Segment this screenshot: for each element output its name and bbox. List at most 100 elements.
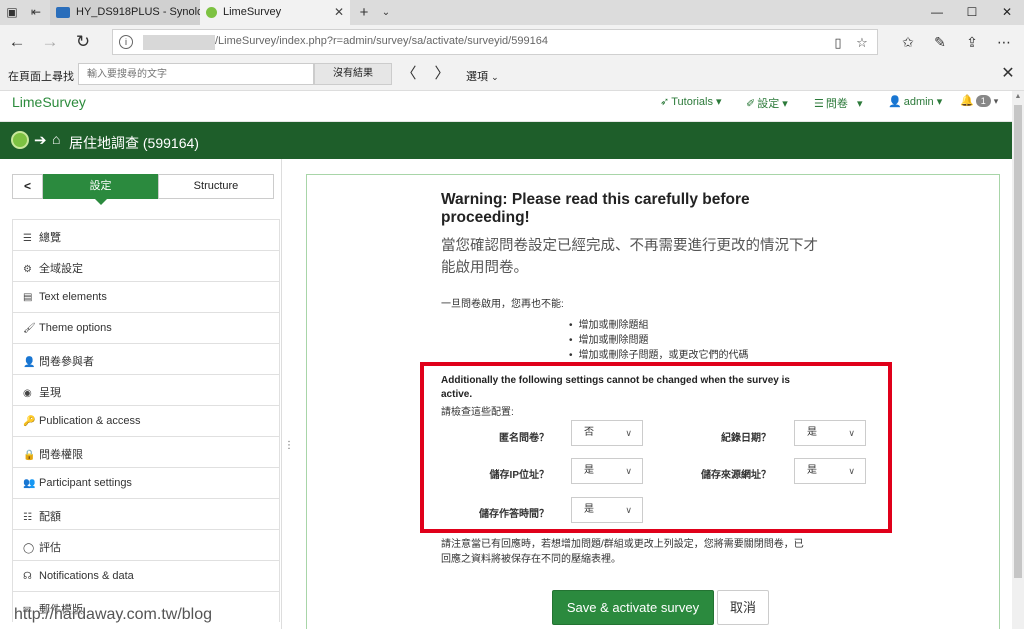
cancel-button[interactable]: 取消 [717,590,769,625]
sidebar-item-general-settings[interactable]: ⚙ 全域設定 [12,250,280,281]
back-icon[interactable]: ← [5,30,29,54]
reading-view-icon[interactable]: ▯ [829,34,847,52]
sidebar-item-presentation[interactable]: ◉ 呈現 [12,374,280,405]
pen-icon[interactable]: ✎ [928,30,952,54]
redacted-host [143,35,215,50]
find-options-label: 選項 [466,71,488,83]
sidebar: < 設定 Structure ☰ 總覽 ⚙ 全域設定 ▤ Text elements … [0,159,282,629]
select-value: 是 [584,504,594,515]
more-icon[interactable]: ⋯ [992,30,1016,54]
favorites-icon[interactable]: ✩ [896,30,920,54]
chevron-down-icon: ∨ [848,428,855,438]
tab-structure[interactable]: Structure [158,174,274,199]
url-field[interactable]: i /LimeSurvey/index.php?r=admin/survey/s… [112,29,878,55]
select-value: 是 [807,465,817,476]
chevron-down-icon[interactable]: ⌄ [378,5,394,20]
find-options-menu[interactable]: 選項 ⌄ [466,68,499,84]
sidebar-item-text-elements[interactable]: ▤ Text elements [12,281,280,312]
info-icon[interactable]: i [119,35,133,49]
sidebar-item-participants[interactable]: 👤 問卷參與者 [12,343,280,374]
find-input[interactable] [78,63,314,85]
referrer-url-select[interactable]: 是 ∨ [794,458,866,484]
datestamp-select[interactable]: 是 ∨ [794,420,866,446]
find-prev-icon[interactable]: 〈 [397,63,421,85]
bell-icon: 🔔 [960,95,974,107]
restriction-list: 增加或刪除題組 增加或刪除問題 增加或刪除子問題，或更改它們的代碼 [569,318,749,363]
list-item: 增加或刪除問題 [569,333,749,348]
tab-settings-label: 設定 [89,180,112,192]
new-tab-icon[interactable]: + [356,5,372,20]
maximize-icon[interactable]: ☐ [955,0,989,25]
find-next-icon[interactable]: 〉 [430,63,454,85]
anonymized-select[interactable]: 否 ∨ [571,420,643,446]
brand-link[interactable]: LimeSurvey [12,94,86,110]
tab-synology[interactable]: HY_DS918PLUS - Synology I [50,0,200,25]
limesurvey-logo-icon[interactable] [11,131,29,149]
scroll-thumb[interactable] [1014,105,1022,578]
user-menu[interactable]: 👤 admin ▾ [888,95,942,108]
sidebar-item-assessments[interactable]: ◯ 評估 [12,529,280,560]
tab-settings[interactable]: 設定 [43,174,158,205]
tutorials-menu[interactable]: ➶ Tutorials ▾ [660,95,722,108]
chevron-down-icon: ∨ [625,505,632,515]
sidebar-item-label: Publication & access [39,415,141,427]
feed-icon: ☊ [23,571,32,582]
key-icon: 🔑 [23,416,36,427]
find-bar: 在頁面上尋找 沒有結果 〈 〉 選項 ⌄ ✕ [0,58,1024,91]
ip-address-select[interactable]: 是 ∨ [571,458,643,484]
sidebar-item-label: 問卷權限 [39,449,83,461]
additional-settings-title: Additionally the following settings cann… [441,375,790,400]
file-icon: ▤ [23,292,33,303]
timings-select[interactable]: 是 ∨ [571,497,643,523]
home-icon[interactable]: ⌂ [52,131,60,147]
sidebar-resize-handle[interactable]: ⋮ [284,440,294,451]
sidebar-item-publication[interactable]: 🔑 Publication & access [12,405,280,436]
minimize-icon[interactable]: — [920,0,954,25]
list-icon: ☰ [814,98,824,110]
sidebar-item-quotas[interactable]: ☷ 配額 [12,498,280,529]
cogs-icon: ⚙ [23,264,32,275]
sidebar-item-label: 配額 [39,511,61,523]
favorite-star-icon[interactable]: ☆ [853,34,871,52]
sidebar-item-notifications[interactable]: ☊ Notifications & data [12,560,280,591]
survey-title[interactable]: 居住地調查 (599164) [69,133,199,153]
limesurvey-icon [206,6,217,18]
notifications-menu[interactable]: 🔔 1 ▾ [960,94,998,107]
close-tab-icon[interactable]: ✕ [334,0,344,25]
sidebar-item-label: Notifications & data [39,570,134,582]
select-value: 否 [584,427,594,438]
ip-address-label: 儲存IP位址？ [489,470,549,481]
page-scrollbar[interactable]: ▲ [1012,91,1024,629]
refresh-icon[interactable]: ↻ [71,30,95,54]
sidebar-item-overview[interactable]: ☰ 總覽 [12,219,280,250]
chevron-down-icon: ∨ [848,466,855,476]
notification-count: 1 [975,95,991,107]
close-find-icon[interactable]: ✕ [998,63,1018,85]
select-value: 是 [584,465,594,476]
close-window-icon[interactable]: ✕ [990,0,1024,25]
save-activate-button[interactable]: Save & activate survey [552,590,714,625]
tab-limesurvey[interactable]: LimeSurvey ✕ [200,0,350,25]
settings-menu[interactable]: ✐ 設定 ▾ [746,95,788,111]
tab-set-aside-icon[interactable]: ▣ [4,5,20,20]
tab-back-icon[interactable]: ⇤ [28,5,44,20]
tasks-icon: ☷ [23,512,32,523]
surveys-menu[interactable]: ☰ 問卷 ▾ [814,95,863,111]
sidebar-menu: ☰ 總覽 ⚙ 全域設定 ▤ Text elements 🖌 Theme options … [12,219,280,622]
chevron-down-icon: ⌄ [491,72,499,82]
collapse-sidebar-button[interactable]: < [12,174,43,199]
share-icon[interactable]: ⇪ [960,30,984,54]
sidebar-item-participant-settings[interactable]: 👥 Participant settings [12,467,280,498]
dsm-icon [56,6,70,18]
sidebar-item-label: Text elements [39,291,107,303]
select-value: 是 [807,427,817,438]
sidebar-item-theme-options[interactable]: 🖌 Theme options [12,312,280,343]
forward-icon[interactable]: → [38,30,62,54]
scroll-up-icon[interactable]: ▲ [1012,93,1024,105]
arrow-right-icon: ➔ [34,132,47,149]
sidebar-item-label: 全域設定 [39,263,83,275]
warning-title: Warning: Please read this carefully befo… [441,191,750,226]
sidebar-item-permissions[interactable]: 🔒 問卷權限 [12,436,280,467]
watermark-text: http://hardaway.com.tw/blog [14,606,213,623]
list-item: 增加或刪除題組 [569,318,749,333]
